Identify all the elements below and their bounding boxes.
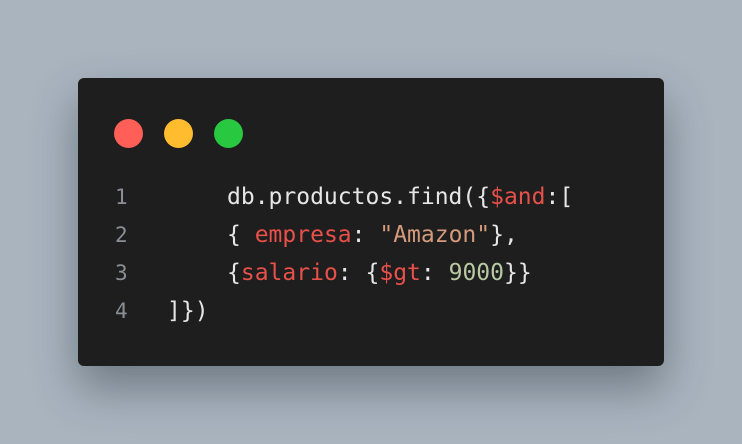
code-token: db.productos.find({ (227, 184, 491, 210)
code-text: {salario: {$gt: 9000}} (227, 254, 532, 292)
code-token: { (227, 260, 241, 286)
code-text: ]}) (167, 292, 209, 330)
code-token: salario (240, 260, 338, 286)
code-line: 4 ]}) (78, 292, 664, 330)
code-token: : (351, 222, 380, 248)
code-token: 9000 (448, 260, 504, 286)
code-window: 1 db.productos.find({$and:[ 2 { empresa:… (78, 78, 664, 366)
code-line: 2 { empresa: "Amazon"}, (78, 216, 664, 254)
code-token: : { (337, 260, 380, 286)
code-text: { empresa: "Amazon"}, (227, 216, 518, 254)
code-token: $gt (379, 260, 421, 286)
code-token: :[ (545, 184, 574, 210)
line-number: 4 (115, 299, 128, 323)
line-number: 3 (115, 261, 128, 285)
maximize-dot[interactable] (214, 119, 243, 148)
line-number: 1 (115, 185, 128, 209)
code-token: empresa (254, 222, 352, 248)
code-line: 3 {salario: {$gt: 9000}} (78, 254, 664, 292)
code-token: $and (490, 184, 546, 210)
code-token: : (420, 260, 449, 286)
code-line: 1 db.productos.find({$and:[ (78, 178, 664, 216)
minimize-dot[interactable] (164, 119, 193, 148)
code-token: }} (503, 260, 532, 286)
code-block: 1 db.productos.find({$and:[ 2 { empresa:… (78, 178, 664, 330)
code-token: ]}) (167, 298, 209, 324)
code-token: }, (490, 222, 518, 248)
code-text: db.productos.find({$and:[ (227, 178, 573, 216)
close-dot[interactable] (114, 119, 143, 148)
code-token: "Amazon" (379, 222, 491, 248)
code-token: { (227, 222, 255, 248)
line-number: 2 (115, 223, 128, 247)
